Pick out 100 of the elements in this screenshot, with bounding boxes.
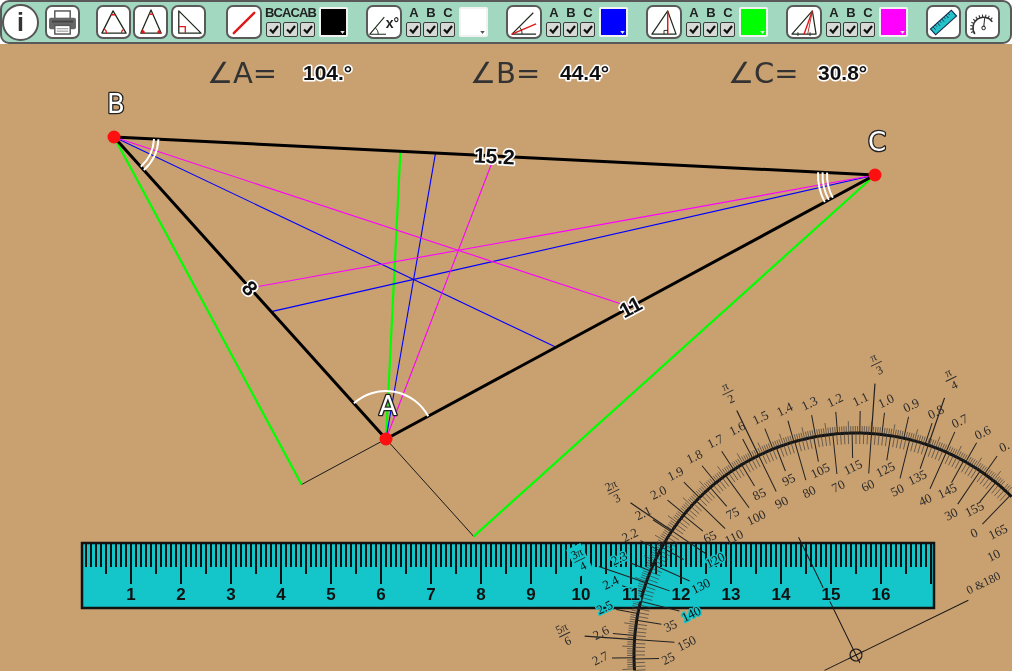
checkbox[interactable] (266, 22, 281, 37)
dropdown-caret-icon (900, 31, 905, 34)
checkmark-icon (285, 25, 296, 34)
vertex-point[interactable] (107, 130, 121, 144)
angle-value: 44.4° (560, 61, 610, 84)
radian-label: 1.6 (726, 418, 748, 439)
checkmark-icon (828, 25, 839, 34)
radian-label: 1.5 (749, 407, 771, 428)
degree-label: 90 (772, 492, 791, 512)
checkbox[interactable] (826, 22, 841, 37)
ruler-icon (929, 7, 958, 37)
checkbox[interactable] (300, 22, 315, 37)
dropdown-caret-icon (760, 31, 765, 34)
radian-label: 1.2 (824, 389, 846, 411)
checkbox[interactable] (843, 22, 858, 37)
side-length-button[interactable] (226, 5, 262, 39)
degree-label: 95 (779, 469, 798, 490)
altitude-triangle-icon (650, 10, 678, 36)
triangle-icon (99, 9, 128, 35)
vertex-label: B (107, 89, 125, 119)
checkbox-label: AC (282, 7, 299, 19)
checkmark-icon (442, 25, 453, 34)
degree-label: 85 (750, 484, 769, 504)
checkmark-icon (565, 25, 576, 34)
checkbox-label: A (549, 7, 558, 19)
checkbox[interactable] (860, 22, 875, 37)
radian-label: 2.7 (589, 647, 611, 669)
angle-value: 104.° (303, 61, 353, 84)
ruler-button[interactable] (926, 5, 961, 39)
fraction-label: π 3 (867, 349, 886, 378)
right-triangle-button[interactable] (171, 5, 206, 39)
angle-measure-button[interactable]: x° (366, 5, 402, 39)
ruler-number: 8 (476, 585, 486, 604)
info-button[interactable]: i (2, 3, 39, 41)
color-swatch[interactable] (459, 7, 488, 37)
side-length-label: 11 (615, 291, 646, 323)
color-swatch[interactable] (739, 7, 768, 37)
vertex-point[interactable] (868, 168, 882, 182)
radian-label: 0.6 (972, 422, 994, 443)
checkbox[interactable] (703, 22, 718, 37)
degree-label: 65 (700, 527, 719, 547)
side-length-label: 8 (237, 275, 263, 301)
radian-label: 2.0 (647, 482, 669, 503)
radian-label: 0.7 (949, 410, 971, 432)
ruler-number: 13 (721, 585, 741, 604)
checkbox-label: A (409, 7, 418, 19)
ruler-number: 6 (376, 585, 386, 604)
angle-bisector-button[interactable] (506, 5, 542, 39)
checkmark-icon (582, 25, 593, 34)
checkmark-icon (705, 25, 716, 34)
checkmark-icon (862, 25, 873, 34)
printer-icon (48, 9, 77, 35)
checkbox[interactable] (720, 22, 735, 37)
checkbox[interactable] (440, 22, 455, 37)
angle-value: 30.8° (818, 61, 868, 84)
color-swatch[interactable] (319, 7, 348, 37)
degree-label: 140 (679, 602, 704, 625)
degree-label: 0 (967, 524, 981, 541)
side-length-label: 15.2 (473, 143, 516, 169)
acute-triangle-button[interactable] (96, 5, 131, 39)
fraction-label: 5π 6 (553, 619, 574, 649)
checkbox[interactable] (686, 22, 701, 37)
fraction-label: π 2 (719, 378, 737, 407)
radian-label: 1.4 (773, 398, 796, 420)
degree-label: 100 (744, 506, 769, 529)
isosceles-triangle-button[interactable] (133, 5, 168, 39)
checkbox-label: B (706, 7, 715, 19)
print-button[interactable] (45, 5, 80, 39)
color-swatch[interactable] (879, 7, 908, 37)
median-button[interactable] (786, 5, 822, 39)
radian-label: 1.9 (664, 463, 686, 484)
degree-label: 110 (721, 526, 746, 548)
checkbox-label: B (566, 7, 575, 19)
radian-label: 1.0 (875, 390, 897, 412)
radian-label: 1.7 (704, 430, 726, 452)
altitude-button[interactable] (646, 5, 682, 39)
checkbox[interactable] (406, 22, 421, 37)
checkbox-label: B (846, 7, 855, 19)
ruler-number: 5 (326, 585, 336, 604)
degree-label: 80 (800, 482, 819, 502)
checkbox[interactable] (546, 22, 561, 37)
degree-label: 75 (723, 503, 742, 523)
checkbox[interactable] (580, 22, 595, 37)
checkbox-label: A (689, 7, 698, 19)
fraction-label: π 4 (942, 364, 960, 393)
checkbox[interactable] (423, 22, 438, 37)
checkmark-icon (548, 25, 559, 34)
degree-label: 135 (905, 466, 930, 489)
ruler-number: 2 (176, 585, 186, 604)
checkbox[interactable] (563, 22, 578, 37)
checkbox[interactable] (283, 22, 298, 37)
protractor-button[interactable] (965, 5, 1000, 39)
median-triangle-icon (790, 10, 818, 36)
checkbox-label: A (829, 7, 838, 19)
diagonal-line-icon (231, 10, 257, 36)
checkbox-label: C (723, 7, 732, 19)
vertex-point[interactable] (379, 432, 393, 446)
checkbox-label: C (863, 7, 872, 19)
angle-label: ∠C= (728, 56, 799, 90)
color-swatch[interactable] (599, 7, 628, 37)
